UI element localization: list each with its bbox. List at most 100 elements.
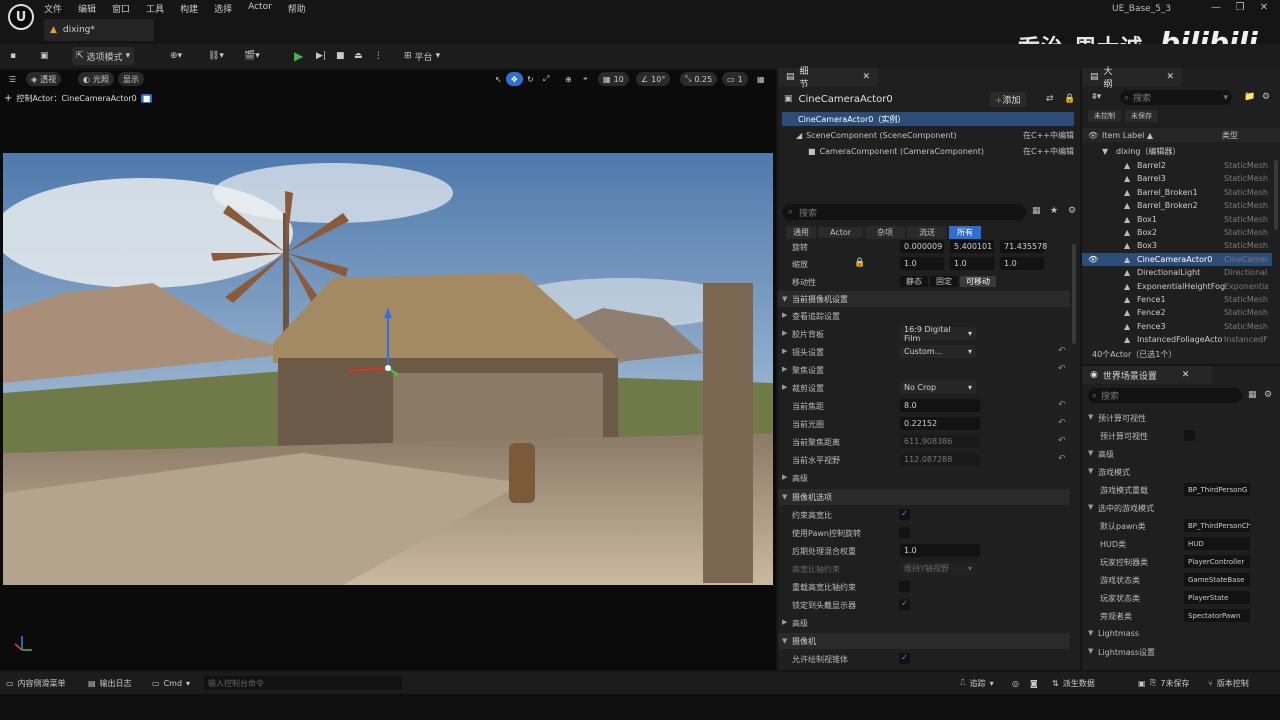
world-row-value[interactable]: HUD xyxy=(1184,537,1250,550)
component-row-instance[interactable]: CineCameraActor0（实例） xyxy=(782,112,1074,126)
world-section[interactable]: ▼ Lightmass xyxy=(1082,627,1280,641)
filter-misc[interactable]: 杂项 xyxy=(865,225,906,239)
menu-actor[interactable]: Actor xyxy=(248,2,272,15)
constrain-checkbox[interactable]: ✓ xyxy=(899,509,910,520)
filter-general[interactable]: 通用 xyxy=(786,225,816,239)
console-input[interactable]: 输入控制台命令 xyxy=(204,676,402,690)
save-all-icon[interactable]: ▣ xyxy=(1138,676,1146,690)
chip-uncontrolled[interactable]: 未控制 xyxy=(1088,110,1121,122)
world-section[interactable]: ▼ Lightmass设置 xyxy=(1082,645,1280,659)
row-advanced-2[interactable]: ▶ 高级 xyxy=(778,616,1070,630)
outliner-row[interactable]: ▲ Fence3 StaticMesh xyxy=(1082,320,1272,333)
mobility-movable[interactable]: 可移动 xyxy=(960,276,996,287)
filmback-dropdown[interactable]: 16:9 Digital Film ▾ xyxy=(900,325,976,343)
outliner-row[interactable]: ▲ Barrel3 StaticMesh xyxy=(1082,172,1272,185)
mobility-stationary[interactable]: 固定 xyxy=(930,276,958,287)
scale-x-field[interactable]: 1.0 xyxy=(900,257,944,270)
hamburger-icon[interactable]: ☰ xyxy=(4,72,21,86)
level-viewport[interactable]: ☰ ◈ 透视 ◐ 光照 显示 ↖ ✥ ↻ ⤢ ⊕ ⌖ ▦ 10 ∠ 10° ⤡ … xyxy=(0,70,776,670)
eject-icon[interactable]: ⏏ xyxy=(350,47,367,65)
scale-tool-icon[interactable]: ⤢ xyxy=(538,72,554,86)
revision-control-button[interactable]: ⑂ 版本控制 xyxy=(1208,676,1249,690)
camera-capture-icon[interactable]: ◙ xyxy=(1030,676,1038,690)
select-tool-icon[interactable]: ↖ xyxy=(490,72,507,86)
table-view-icon[interactable]: ▦ xyxy=(1248,390,1257,400)
pp-blend-field[interactable]: 1.0 xyxy=(900,544,980,557)
row-lookat[interactable]: ▶ 查看追踪设置 xyxy=(778,309,1070,323)
world-section[interactable]: ▼ 高级 xyxy=(1082,447,1280,461)
component-row-scene[interactable]: ◢ SceneComponent (SceneComponent) 在C++中编… xyxy=(796,128,1074,142)
mode-dropdown[interactable]: ⇱ 选项模式 ▾ xyxy=(72,47,135,65)
outliner-row[interactable]: ▲ Box1 StaticMesh xyxy=(1082,213,1272,226)
world-section[interactable]: ▼ 游戏模式 xyxy=(1082,465,1280,479)
outliner-row[interactable]: ▲ InstancedFoliageActo InstancedF xyxy=(1082,333,1272,346)
outliner-row[interactable]: ▲ Barrel2 StaticMesh xyxy=(1082,159,1272,172)
reset-icon[interactable]: ↶ xyxy=(1058,436,1066,446)
close-icon[interactable]: ✕ xyxy=(862,72,870,82)
edit-in-cpp-link[interactable]: 在C++中编辑 xyxy=(1023,146,1074,157)
outliner-row[interactable]: ▲ ExponentialHeightFog Exponentia xyxy=(1082,280,1272,293)
world-section[interactable]: ▼ 预计算可视性 xyxy=(1082,411,1280,425)
menu-help[interactable]: 帮助 xyxy=(288,2,306,15)
world-row-value[interactable]: BP_ThirdPersonG xyxy=(1184,483,1250,496)
outliner-root[interactable]: ▼ dixing（编辑器） xyxy=(1082,145,1272,158)
section-camera[interactable]: ▼ 摄像机 xyxy=(778,633,1070,649)
pawn-rot-checkbox[interactable] xyxy=(899,527,910,538)
row-focus[interactable]: ▶ 聚焦设置 ↶ xyxy=(778,363,1070,377)
menu-select[interactable]: 选择 xyxy=(214,2,232,15)
platform-dropdown[interactable]: ⊞ 平台 ▾ xyxy=(400,47,444,65)
stop-icon[interactable]: ■ xyxy=(332,47,349,65)
component-row-camera[interactable]: ■ CameraComponent (CameraComponent) 在C++… xyxy=(808,144,1074,158)
content-drawer-button[interactable]: ▭ 内容侧滑菜单 xyxy=(6,676,66,690)
blueprint-add-icon[interactable]: ⇄ xyxy=(1046,94,1054,104)
viewport-layout-icon[interactable]: ▦ xyxy=(752,72,770,86)
outliner-row[interactable]: ▲ Fence2 StaticMesh xyxy=(1082,306,1272,319)
outliner-search[interactable]: ⌕ 搜索 ▾ xyxy=(1120,90,1232,105)
lock-icon[interactable]: 🔒 xyxy=(1064,94,1075,104)
scale-snap-button[interactable]: ⤡ 0.25 xyxy=(680,72,718,86)
camera-icon[interactable]: ■ xyxy=(140,93,153,103)
col-type-header[interactable]: 类型 xyxy=(1222,130,1238,141)
row-advanced-1[interactable]: ▶ 高级 xyxy=(778,471,1070,485)
play-options-icon[interactable]: ⋮ xyxy=(370,47,387,65)
world-row-checkbox[interactable] xyxy=(1184,430,1195,441)
record-icon[interactable]: ◎ xyxy=(1012,676,1019,690)
menu-window[interactable]: 窗口 xyxy=(112,2,130,15)
filter-all[interactable]: 所有 xyxy=(949,225,982,239)
menu-file[interactable]: 文件 xyxy=(44,2,62,15)
reset-icon[interactable]: ↶ xyxy=(1058,400,1066,410)
details-scrollbar[interactable] xyxy=(1072,244,1076,344)
save-icon[interactable]: ▪ xyxy=(6,47,20,65)
outliner-row[interactable]: 👁 ▲ CineCameraActor0 CineCamer xyxy=(1082,252,1272,266)
world-row-value[interactable]: SpectatorPawn xyxy=(1184,609,1250,622)
world-section[interactable]: ▼ 选中的游戏模式 xyxy=(1082,501,1280,515)
filter-streaming[interactable]: 流送 xyxy=(907,225,948,239)
outliner-row[interactable]: ▲ Barrel_Broken1 StaticMesh xyxy=(1082,186,1272,199)
focal-field[interactable]: 8.0 xyxy=(900,399,980,412)
content-browser-icon[interactable]: ▣ xyxy=(36,47,53,65)
col-label-header[interactable]: Item Label ▲ xyxy=(1102,131,1153,140)
maximize-button[interactable]: ❐ xyxy=(1228,2,1252,18)
outliner-row[interactable]: ▲ DirectionalLight DirectionalI xyxy=(1082,266,1272,279)
output-log-button[interactable]: ▤ 输出日志 xyxy=(88,676,132,690)
cmd-dropdown[interactable]: ▭ Cmd ▾ xyxy=(152,676,190,690)
outliner-scrollbar[interactable] xyxy=(1274,160,1278,230)
scale-z-field[interactable]: 1.0 xyxy=(1000,257,1044,270)
reset-icon[interactable]: ↶ xyxy=(1058,418,1066,428)
gear-icon[interactable]: ⚙ xyxy=(1068,206,1076,216)
surface-snap-icon[interactable]: ⌖ xyxy=(578,72,593,86)
menu-edit[interactable]: 编辑 xyxy=(78,2,96,15)
add-component-button[interactable]: +添加 xyxy=(990,91,1026,107)
rotation-x-field[interactable]: 0.000009 xyxy=(900,240,944,253)
scale-y-field[interactable]: 1.0 xyxy=(950,257,994,270)
details-tab[interactable]: ▤ 细节 ✕ xyxy=(778,67,878,90)
world-row-value[interactable]: PlayerController xyxy=(1184,555,1250,568)
world-search[interactable]: ⌕ 搜索 xyxy=(1088,388,1242,403)
lit-button[interactable]: ◐ 光照 xyxy=(78,72,114,86)
unreal-logo-icon[interactable]: U xyxy=(8,4,34,30)
scale-lock-icon[interactable]: 🔒 xyxy=(854,258,865,268)
gear-icon[interactable]: ⚙ xyxy=(1262,92,1270,102)
menu-tools[interactable]: 工具 xyxy=(146,2,164,15)
lock-hmd-checkbox[interactable]: ✓ xyxy=(899,599,910,610)
filter-icon[interactable]: ⩩▾ xyxy=(1092,92,1101,102)
